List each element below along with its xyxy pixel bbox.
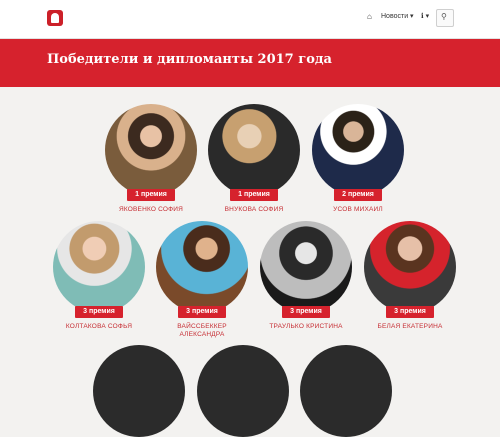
page-banner: Победители и дипломанты 2017 года xyxy=(0,39,500,87)
winner-photo xyxy=(105,104,197,196)
top-navbar: ⌂ Новости ▾ ℹ ▾ ⚲ xyxy=(0,0,500,39)
site-logo[interactable] xyxy=(47,10,63,26)
winner-photo xyxy=(364,221,456,313)
winner-photo xyxy=(312,104,404,196)
search-button[interactable]: ⚲ xyxy=(436,9,454,27)
prize-badge: 1 премия xyxy=(127,189,175,201)
winner-name[interactable]: БЕЛАЯ ЕКАТЕРИНА xyxy=(360,323,460,331)
page-title: Победители и дипломанты 2017 года xyxy=(47,52,332,67)
winner-photo-partial[interactable] xyxy=(197,345,289,437)
winner-photo xyxy=(260,221,352,313)
winner-photo-partial[interactable] xyxy=(93,345,185,437)
prize-badge: 1 премия xyxy=(230,189,278,201)
nav-news-dropdown[interactable]: Новости ▾ xyxy=(381,12,414,20)
winner-photo xyxy=(53,221,145,313)
winner-name[interactable]: ЯКОВЕНКО СОФИЯ xyxy=(101,206,201,214)
winner-name[interactable]: УСОВ МИХАИЛ xyxy=(308,206,408,214)
home-icon[interactable]: ⌂ xyxy=(367,12,372,21)
winner-photo xyxy=(208,104,300,196)
winner-photo-partial[interactable] xyxy=(300,345,392,437)
prize-badge: 3 премия xyxy=(282,306,330,318)
winner-name[interactable]: ВНУКОВА СОФИЯ xyxy=(204,206,304,214)
winner-name[interactable]: ВАЙССБЕККЕР АЛЕКСАНДРА xyxy=(167,323,237,339)
prize-badge: 3 премия xyxy=(178,306,226,318)
prize-badge: 3 премия xyxy=(75,306,123,318)
prize-badge: 2 премия xyxy=(334,189,382,201)
search-icon: ⚲ xyxy=(441,12,447,21)
prize-badge: 3 премия xyxy=(386,306,434,318)
winner-name[interactable]: КОЛТАКОВА СОФЬЯ xyxy=(49,323,149,331)
winner-name[interactable]: ТРАУЛЬКО КРИСТИНА xyxy=(256,323,356,331)
winner-photo xyxy=(156,221,248,313)
nav-info-dropdown[interactable]: ℹ ▾ xyxy=(421,12,429,20)
